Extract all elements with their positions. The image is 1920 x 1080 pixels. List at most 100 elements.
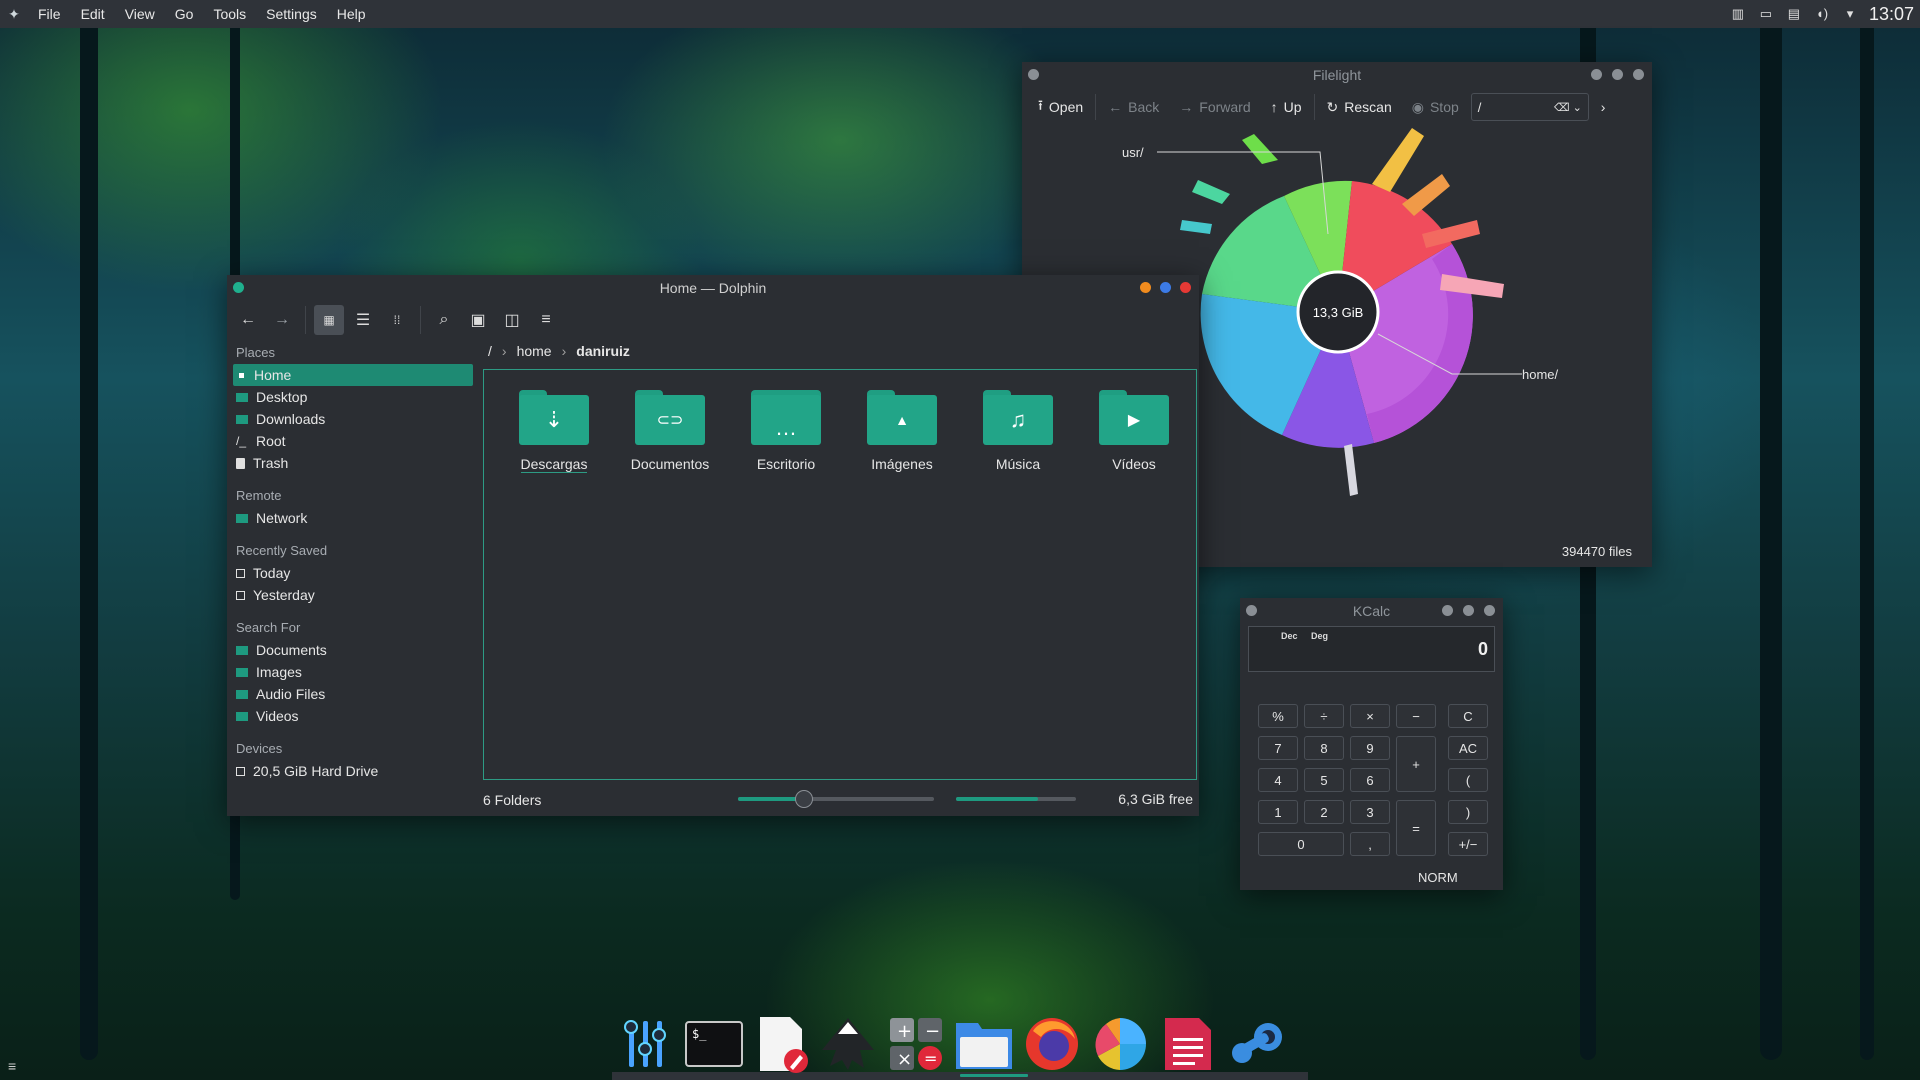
window-menu-icon[interactable] <box>1028 69 1039 80</box>
system-monitor-icon[interactable]: ▥ <box>1729 6 1747 22</box>
clipboard-icon[interactable]: ▤ <box>1785 6 1803 22</box>
folder-documentos[interactable]: ⊂⊃ Documentos <box>612 390 728 473</box>
window-menu-icon[interactable] <box>1246 605 1257 616</box>
sidebar-item-videos[interactable]: Videos <box>233 705 473 727</box>
minimize-button[interactable] <box>1591 69 1602 80</box>
sidebar-item-network[interactable]: Network <box>233 507 473 529</box>
chevron-right-icon[interactable]: › <box>562 343 567 359</box>
folder-escritorio[interactable]: … Escritorio <box>728 390 844 473</box>
key-8[interactable]: 8 <box>1304 736 1344 760</box>
mixer-icon[interactable] <box>616 1014 676 1074</box>
sidebar-item-yesterday[interactable]: Yesterday <box>233 584 473 606</box>
stop-button[interactable]: ◉ Stop <box>1404 99 1467 116</box>
breadcrumb-home[interactable]: home <box>517 343 552 359</box>
key-decimal[interactable]: , <box>1350 832 1390 856</box>
zoom-slider-handle[interactable] <box>794 790 813 808</box>
outer-spike[interactable] <box>1372 128 1424 192</box>
key-close-paren[interactable]: ) <box>1448 800 1488 824</box>
display-icon[interactable]: ▭ <box>1757 6 1775 22</box>
sidebar-item-downloads[interactable]: Downloads <box>233 408 473 430</box>
key-open-paren[interactable]: ( <box>1448 768 1488 792</box>
dolphin-titlebar[interactable]: Home — Dolphin <box>227 275 1199 301</box>
sidebar-item-harddrive[interactable]: 20,5 GiB Hard Drive <box>233 760 473 782</box>
forward-button[interactable]: → <box>267 305 297 335</box>
back-button[interactable]: ← Back <box>1100 99 1167 115</box>
close-button[interactable] <box>1484 605 1495 616</box>
menu-view[interactable]: View <box>115 6 165 22</box>
firefox-icon[interactable] <box>1022 1014 1082 1074</box>
filelight-icon[interactable] <box>1090 1014 1150 1074</box>
calculator-icon[interactable]: + − × = <box>886 1014 946 1074</box>
folder-imagenes[interactable]: ▲ Imágenes <box>844 390 960 473</box>
document-viewer-icon[interactable] <box>1158 1014 1218 1074</box>
sidebar-item-today[interactable]: Today <box>233 562 473 584</box>
inkscape-icon[interactable] <box>818 1014 878 1074</box>
maximize-button[interactable] <box>1612 69 1623 80</box>
outer-spike[interactable] <box>1192 180 1230 204</box>
breadcrumb-current[interactable]: daniruiz <box>576 343 630 359</box>
search-button[interactable]: ⌕ <box>429 305 459 335</box>
back-button[interactable]: ← <box>233 305 263 335</box>
steam-icon[interactable] <box>1226 1014 1286 1074</box>
outer-spike[interactable] <box>1402 174 1450 216</box>
tray-expand-icon[interactable]: ▾ <box>1841 6 1859 22</box>
file-view[interactable]: ⇣ Descargas ⊂⊃ Documentos … Escritorio ▲… <box>483 369 1197 780</box>
key-3[interactable]: 3 <box>1350 800 1390 824</box>
folder-videos[interactable]: ▶ Vídeos <box>1076 390 1192 473</box>
key-5[interactable]: 5 <box>1304 768 1344 792</box>
minimize-button[interactable] <box>1140 282 1151 293</box>
key-percent[interactable]: % <box>1258 704 1298 728</box>
folder-descargas[interactable]: ⇣ Descargas <box>496 390 612 473</box>
sidebar-item-images[interactable]: Images <box>233 661 473 683</box>
volume-icon[interactable]: ◖) <box>1813 6 1831 22</box>
key-multiply[interactable]: × <box>1350 704 1390 728</box>
clear-icon[interactable]: ⌫ ⌄ <box>1554 101 1582 114</box>
show-desktop-icon[interactable]: ≡ <box>8 1058 16 1074</box>
key-2[interactable]: 2 <box>1304 800 1344 824</box>
folder-musica[interactable]: ♫ Música <box>960 390 1076 473</box>
close-button[interactable] <box>1633 69 1644 80</box>
key-1[interactable]: 1 <box>1258 800 1298 824</box>
close-button[interactable] <box>1180 282 1191 293</box>
menu-edit[interactable]: Edit <box>71 6 115 22</box>
preview-button[interactable]: ▣ <box>463 305 493 335</box>
menu-settings[interactable]: Settings <box>256 6 327 22</box>
key-equals[interactable]: = <box>1396 800 1436 856</box>
sidebar-item-desktop[interactable]: Desktop <box>233 386 473 408</box>
key-plus[interactable]: + <box>1396 736 1436 792</box>
sidebar-item-audio[interactable]: Audio Files <box>233 683 473 705</box>
icons-view-button[interactable]: ▦ <box>314 305 344 335</box>
text-editor-icon[interactable] <box>752 1014 812 1074</box>
menu-file[interactable]: File <box>28 6 71 22</box>
key-9[interactable]: 9 <box>1350 736 1390 760</box>
up-button[interactable]: ↑ Up <box>1263 99 1310 115</box>
key-sign[interactable]: +/− <box>1448 832 1488 856</box>
key-0[interactable]: 0 <box>1258 832 1344 856</box>
kcalc-titlebar[interactable]: KCalc <box>1240 598 1503 624</box>
forward-button[interactable]: → Forward <box>1171 99 1258 115</box>
sidebar-item-documents[interactable]: Documents <box>233 639 473 661</box>
menu-go[interactable]: Go <box>165 6 204 22</box>
calculator-display[interactable]: Dec Deg 0 <box>1248 626 1495 672</box>
key-divide[interactable]: ÷ <box>1304 704 1344 728</box>
terminal-icon[interactable]: $_ <box>684 1014 744 1074</box>
key-all-clear[interactable]: AC <box>1448 736 1488 760</box>
outer-spike[interactable] <box>1344 444 1358 496</box>
key-6[interactable]: 6 <box>1350 768 1390 792</box>
outer-spike[interactable] <box>1242 134 1278 164</box>
open-button[interactable]: ⭱ Open <box>1030 95 1091 119</box>
menu-tools[interactable]: Tools <box>203 6 256 22</box>
key-4[interactable]: 4 <box>1258 768 1298 792</box>
sidebar-item-root[interactable]: /_ Root <box>233 430 473 452</box>
path-input[interactable]: / ⌫ ⌄ <box>1470 93 1589 121</box>
app-launcher-icon[interactable]: ✦ <box>0 6 28 23</box>
window-menu-icon[interactable] <box>233 282 244 293</box>
zoom-slider[interactable] <box>738 790 934 808</box>
sidebar-item-trash[interactable]: Trash <box>233 452 473 474</box>
sidebar-item-home[interactable]: Home <box>233 364 473 386</box>
compact-view-button[interactable]: ☰ <box>348 305 378 335</box>
clock[interactable]: 13:07 <box>1869 4 1914 25</box>
outer-spike[interactable] <box>1180 220 1212 234</box>
key-minus[interactable]: − <box>1396 704 1436 728</box>
details-view-button[interactable]: ⁞⁞ <box>382 305 412 335</box>
